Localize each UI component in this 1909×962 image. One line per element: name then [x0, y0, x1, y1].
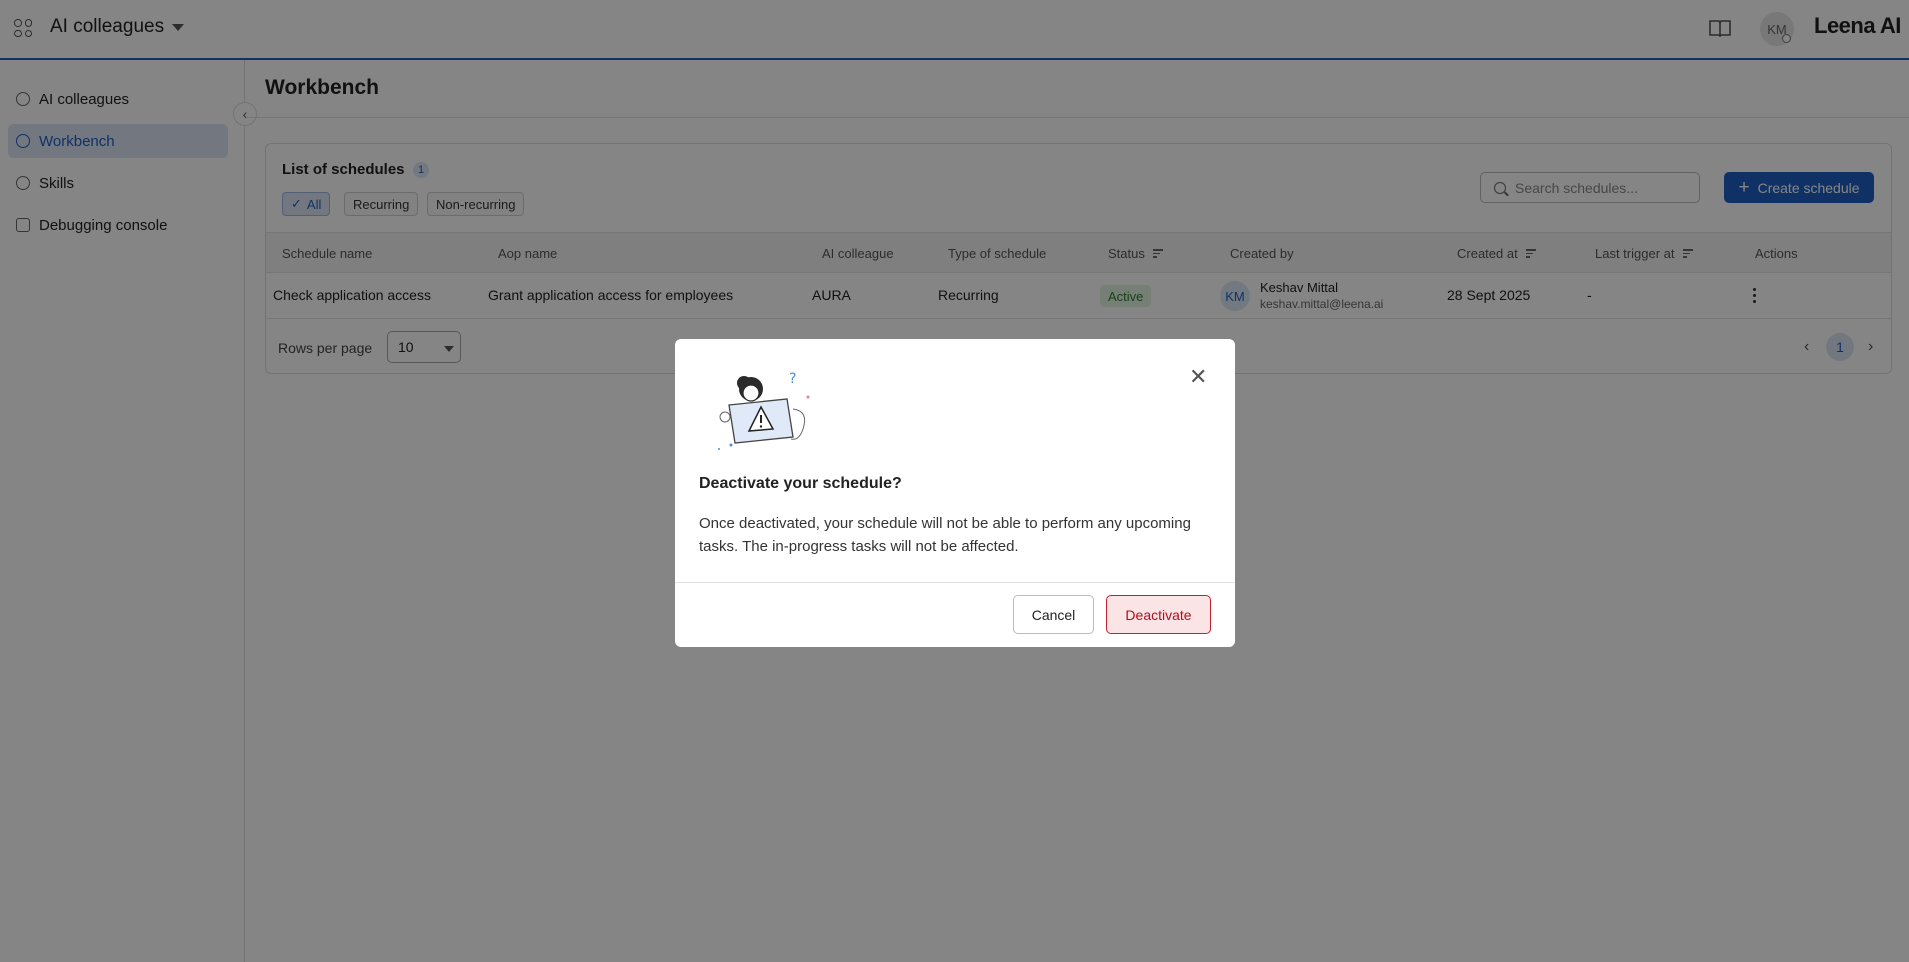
cancel-button[interactable]: Cancel: [1013, 595, 1094, 634]
dialog-body: Once deactivated, your schedule will not…: [699, 515, 1191, 555]
deactivate-button[interactable]: Deactivate: [1106, 595, 1211, 634]
close-icon[interactable]: ✕: [1189, 366, 1207, 388]
svg-text:?: ?: [789, 371, 796, 387]
divider: [675, 582, 1235, 583]
dialog-title: Deactivate your schedule?: [699, 475, 902, 492]
deactivate-dialog: ✕ ? Deactivate your schedule? Once deact…: [675, 339, 1235, 647]
warning-illustration: ?: [718, 371, 810, 450]
